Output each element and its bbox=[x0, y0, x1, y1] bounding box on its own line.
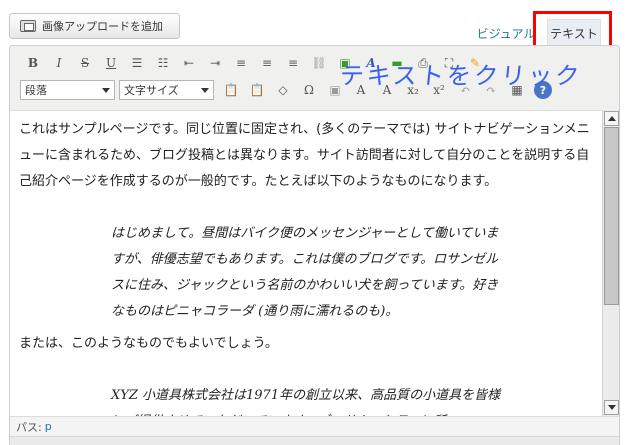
arrow-down-icon bbox=[607, 405, 616, 410]
content-paragraph: または、このようなものでもよいでしょう。 bbox=[19, 336, 278, 351]
add-media-label: 画像アップロードを追加 bbox=[42, 20, 163, 33]
font-size-value: 文字サイズ bbox=[124, 84, 179, 97]
blockquote-text: はじめまして。昼間はバイク便のメッセンジャーとして働いていますが、俳優志望でもあ… bbox=[111, 226, 499, 319]
content-blockquote: XYZ 小道具株式会社は1971年の創立以来、高品質の小道具を皆様にご提供させて… bbox=[111, 383, 505, 416]
content-paragraph: これはサンプルページです。同じ位置に固定され、(多くのテーマでは) サイトナビゲ… bbox=[19, 122, 590, 189]
content-blockquote: はじめまして。昼間はバイク便のメッセンジャーとして働いていますが、俳優志望でもあ… bbox=[111, 221, 505, 325]
strikethrough-button[interactable]: S bbox=[72, 52, 98, 74]
vertical-scrollbar[interactable] bbox=[602, 110, 619, 416]
editor: B I S U ☰ ☷ ⇤ ⇥ ≡ ≡ ≡ ⛓ ▣ A ▬ ⎙ ⛶ ✎ 段落 文字サイズ 📋 📋 ◇ Ω ▣ A Ax₂ x² ↶… bbox=[9, 45, 620, 445]
chevron-down-icon bbox=[102, 87, 110, 93]
path-bar: パス: p bbox=[10, 416, 619, 436]
paragraph-format-value: 段落 bbox=[25, 84, 47, 97]
annotation-text: テキストをクリック bbox=[338, 62, 584, 90]
italic-button[interactable]: I bbox=[46, 52, 72, 74]
paste-word-button[interactable]: 📋 bbox=[244, 79, 270, 101]
underline-button[interactable]: U bbox=[98, 52, 124, 74]
path-element-link[interactable]: p bbox=[45, 420, 52, 433]
bullet-list-button[interactable]: ☰ bbox=[124, 52, 150, 74]
remove-format-button[interactable]: ◇ bbox=[270, 79, 296, 101]
editor-content[interactable]: これはサンプルページです。同じ位置に固定され、(多くのテーマでは) サイトナビゲ… bbox=[10, 110, 603, 416]
scroll-down-button[interactable] bbox=[604, 400, 619, 415]
link-button[interactable]: ⛓ bbox=[306, 52, 332, 74]
tab-visual[interactable]: ビジュアル bbox=[471, 21, 541, 46]
scroll-up-button[interactable] bbox=[604, 111, 619, 126]
special-char-button[interactable]: Ω bbox=[296, 79, 322, 101]
paste-text-button[interactable]: 📋 bbox=[218, 79, 244, 101]
bold-button[interactable]: B bbox=[20, 52, 46, 74]
align-center-button[interactable]: ≡ bbox=[254, 52, 280, 74]
resize-handle[interactable] bbox=[10, 436, 619, 445]
numbered-list-button[interactable]: ☷ bbox=[150, 52, 176, 74]
scroll-thumb[interactable] bbox=[604, 127, 619, 305]
indent-button[interactable]: ⇥ bbox=[202, 52, 228, 74]
paragraph-format-select[interactable]: 段落 bbox=[20, 80, 115, 100]
font-size-select[interactable]: 文字サイズ bbox=[119, 80, 214, 100]
arrow-up-icon bbox=[607, 116, 616, 121]
align-right-button[interactable]: ≡ bbox=[280, 52, 306, 74]
path-label: パス: bbox=[16, 420, 42, 434]
chevron-down-icon bbox=[201, 87, 209, 93]
blockquote-text: XYZ 小道具株式会社は1971年の創立以来、高品質の小道具を皆様にご提供させて… bbox=[111, 388, 501, 416]
add-media-button[interactable]: 画像アップロードを追加 bbox=[9, 13, 180, 39]
outdent-button[interactable]: ⇤ bbox=[176, 52, 202, 74]
media-upload-icon bbox=[20, 20, 36, 32]
tab-text[interactable]: テキスト bbox=[547, 19, 601, 47]
align-left-button[interactable]: ≡ bbox=[228, 52, 254, 74]
